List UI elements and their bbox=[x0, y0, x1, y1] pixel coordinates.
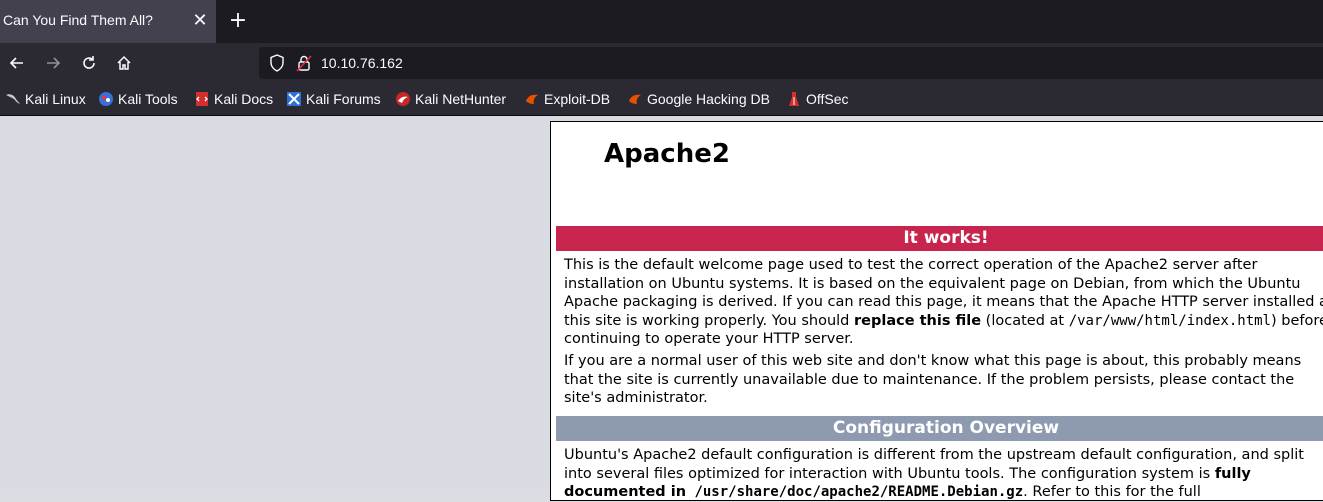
readme-path-code: /usr/share/doc/apache2/README.Debian.gz bbox=[686, 484, 1024, 500]
nethunter-icon bbox=[395, 91, 411, 107]
plus-icon[interactable]: + bbox=[227, 10, 249, 33]
bookmark-kali-forums[interactable]: Kali Forums bbox=[286, 89, 381, 109]
exploit-db-icon bbox=[524, 91, 540, 107]
bookmark-kali-docs[interactable]: Kali Docs bbox=[194, 89, 273, 109]
normal-user-paragraph: If you are a normal user of this web sit… bbox=[564, 353, 1302, 406]
reload-icon[interactable] bbox=[77, 51, 101, 75]
bookmark-google-hacking-db[interactable]: Google Hacking DB bbox=[627, 89, 770, 109]
bookmark-label: OffSec bbox=[806, 91, 849, 107]
replace-file-bold: replace this file bbox=[854, 312, 982, 329]
close-icon[interactable]: ✕ bbox=[190, 11, 210, 31]
config-paragraph: Ubuntu's Apache2 default configuration i… bbox=[564, 446, 1323, 502]
kali-forums-icon bbox=[286, 91, 302, 107]
apache-default-page: Apache2 It works! This is the default we… bbox=[550, 121, 1323, 501]
kali-dragon-icon bbox=[5, 91, 21, 107]
bookmarks-toolbar: Kali Linux Kali Tools Kali Docs Kali For… bbox=[0, 83, 1323, 116]
intro-paragraph: This is the default welcome page used to… bbox=[564, 256, 1323, 349]
web-content: Apache2 It works! This is the default we… bbox=[0, 116, 1323, 501]
tab-title: Can You Find Them All? bbox=[3, 12, 153, 28]
kali-tools-icon bbox=[98, 91, 114, 107]
page-title: Apache2 bbox=[604, 139, 730, 169]
bookmark-offsec[interactable]: OffSec bbox=[786, 89, 849, 109]
kali-docs-icon bbox=[194, 91, 210, 107]
home-icon[interactable] bbox=[112, 51, 136, 75]
forward-arrow-icon[interactable] bbox=[41, 51, 65, 75]
bookmark-kali-linux[interactable]: Kali Linux bbox=[5, 89, 86, 109]
tab-strip: Can You Find Them All? ✕ + bbox=[0, 0, 1323, 43]
bookmark-label: Kali NetHunter bbox=[415, 91, 507, 107]
bookmark-kali-nethunter[interactable]: Kali NetHunter bbox=[395, 89, 506, 109]
bookmark-label: Exploit-DB bbox=[544, 91, 611, 107]
page-banner: Apache2 bbox=[552, 123, 1323, 221]
url-text[interactable]: 10.10.76.162 bbox=[321, 55, 403, 71]
back-arrow-icon[interactable] bbox=[5, 51, 29, 75]
bookmark-label: Google Hacking DB bbox=[647, 91, 770, 107]
configuration-overview-heading: Configuration Overview bbox=[556, 416, 1323, 441]
intro-text-2: (located at bbox=[981, 312, 1069, 329]
index-path-code: /var/www/html/index.html bbox=[1068, 312, 1271, 329]
config-text-2: . Refer to this for the full bbox=[1023, 484, 1201, 500]
bookmark-label: Kali Forums bbox=[306, 91, 381, 107]
ghdb-icon bbox=[627, 91, 643, 107]
active-tab[interactable]: Can You Find Them All? ✕ bbox=[0, 0, 216, 43]
url-bar[interactable]: 10.10.76.162 bbox=[259, 47, 1323, 79]
bookmark-label: Kali Tools bbox=[118, 91, 178, 107]
navigation-toolbar: 10.10.76.162 bbox=[0, 43, 1323, 83]
bookmark-label: Kali Linux bbox=[25, 91, 86, 107]
shield-icon[interactable] bbox=[269, 54, 285, 76]
insecure-lock-icon[interactable] bbox=[296, 54, 312, 76]
offsec-icon bbox=[786, 91, 802, 107]
bookmark-label: Kali Docs bbox=[214, 91, 274, 107]
bookmark-kali-tools[interactable]: Kali Tools bbox=[98, 89, 178, 109]
it-works-heading: It works! bbox=[556, 226, 1323, 251]
config-text: Ubuntu's Apache2 default configuration i… bbox=[564, 447, 1304, 482]
bookmark-exploit-db[interactable]: Exploit-DB bbox=[524, 89, 610, 109]
